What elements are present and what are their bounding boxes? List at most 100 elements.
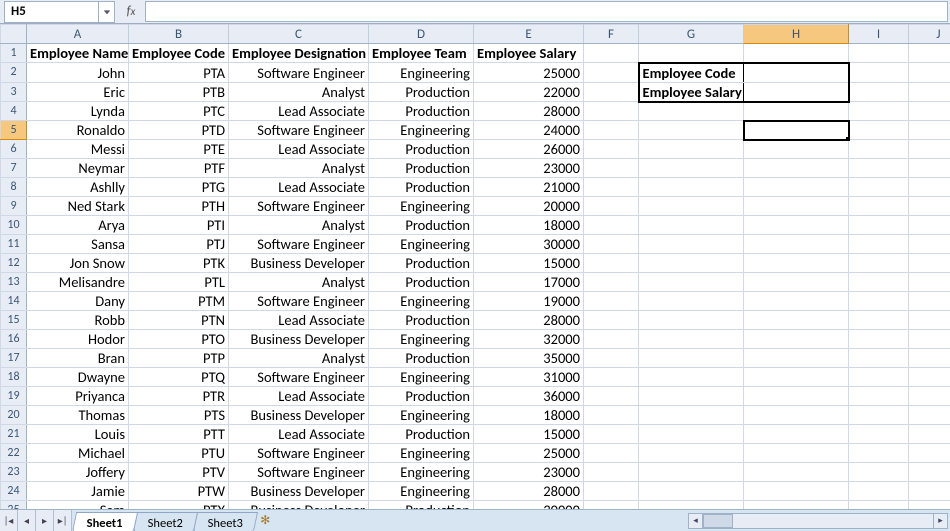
row-header[interactable]: 1 (1, 44, 27, 63)
cell-B7[interactable]: PTF (129, 159, 229, 178)
column-header-H[interactable]: H (744, 25, 849, 44)
cell-A16[interactable]: Hodor (27, 330, 129, 349)
cell-B3[interactable]: PTB (129, 82, 229, 102)
cell-C6[interactable]: Lead Associate (229, 140, 369, 159)
cell-F10[interactable] (584, 216, 639, 235)
spreadsheet-grid[interactable]: ABCDEFGHIJ 1Employee NameEmployee CodeEm… (0, 24, 950, 509)
cell-D25[interactable]: Production (369, 501, 474, 510)
cell-G7[interactable] (639, 159, 744, 178)
cell-I7[interactable] (849, 159, 909, 178)
row-header[interactable]: 21 (1, 425, 27, 444)
cell-F17[interactable] (584, 349, 639, 368)
cell-J16[interactable] (909, 330, 950, 349)
row-header[interactable]: 22 (1, 444, 27, 463)
cell-C13[interactable]: Analyst (229, 273, 369, 292)
cell-D19[interactable]: Production (369, 387, 474, 406)
cell-C10[interactable]: Analyst (229, 216, 369, 235)
column-header-E[interactable]: E (474, 25, 584, 44)
cell-H25[interactable] (744, 501, 849, 510)
cell-A23[interactable]: Joffery (27, 463, 129, 482)
cell-C16[interactable]: Business Developer (229, 330, 369, 349)
cell-E7[interactable]: 23000 (474, 159, 584, 178)
row-header[interactable]: 24 (1, 482, 27, 501)
cell-D8[interactable]: Production (369, 178, 474, 197)
cell-E15[interactable]: 28000 (474, 311, 584, 330)
cell-H14[interactable] (744, 292, 849, 311)
cell-J7[interactable] (909, 159, 950, 178)
cell-C7[interactable]: Analyst (229, 159, 369, 178)
cell-C21[interactable]: Lead Associate (229, 425, 369, 444)
cell-D1[interactable]: Employee Team (369, 44, 474, 63)
cell-D12[interactable]: Production (369, 254, 474, 273)
cell-E2[interactable]: 25000 (474, 63, 584, 83)
row-header[interactable]: 25 (1, 501, 27, 510)
cell-B22[interactable]: PTU (129, 444, 229, 463)
cell-D21[interactable]: Production (369, 425, 474, 444)
cell-I5[interactable] (849, 121, 909, 140)
cell-E23[interactable]: 23000 (474, 463, 584, 482)
row-header[interactable]: 14 (1, 292, 27, 311)
cell-F4[interactable] (584, 102, 639, 121)
row-header[interactable]: 13 (1, 273, 27, 292)
cell-F25[interactable] (584, 501, 639, 510)
cell-I11[interactable] (849, 235, 909, 254)
cell-I1[interactable] (849, 44, 909, 63)
cell-A10[interactable]: Arya (27, 216, 129, 235)
cell-G3[interactable]: Employee Salary (639, 82, 744, 102)
cell-C19[interactable]: Lead Associate (229, 387, 369, 406)
cell-G9[interactable] (639, 197, 744, 216)
cell-H21[interactable] (744, 425, 849, 444)
row-header[interactable]: 18 (1, 368, 27, 387)
cell-J19[interactable] (909, 387, 950, 406)
cell-G20[interactable] (639, 406, 744, 425)
cell-J12[interactable] (909, 254, 950, 273)
cell-H11[interactable] (744, 235, 849, 254)
cell-D9[interactable]: Engineering (369, 197, 474, 216)
cell-E1[interactable]: Employee Salary (474, 44, 584, 63)
cell-A15[interactable]: Robb (27, 311, 129, 330)
cell-A1[interactable]: Employee Name (27, 44, 129, 63)
cell-D11[interactable]: Engineering (369, 235, 474, 254)
cell-C9[interactable]: Software Engineer (229, 197, 369, 216)
cell-H6[interactable] (744, 140, 849, 159)
select-all-corner[interactable] (1, 25, 27, 44)
cell-I18[interactable] (849, 368, 909, 387)
cell-D17[interactable]: Production (369, 349, 474, 368)
column-header-B[interactable]: B (129, 25, 229, 44)
cell-E6[interactable]: 26000 (474, 140, 584, 159)
cell-B25[interactable]: PTX (129, 501, 229, 510)
cell-C20[interactable]: Business Developer (229, 406, 369, 425)
cell-J23[interactable] (909, 463, 950, 482)
cell-F9[interactable] (584, 197, 639, 216)
cell-E24[interactable]: 28000 (474, 482, 584, 501)
row-header[interactable]: 19 (1, 387, 27, 406)
cell-G24[interactable] (639, 482, 744, 501)
cell-H13[interactable] (744, 273, 849, 292)
cell-J2[interactable] (909, 63, 950, 83)
cell-E5[interactable]: 24000 (474, 121, 584, 140)
cell-G13[interactable] (639, 273, 744, 292)
cell-D2[interactable]: Engineering (369, 63, 474, 83)
cell-A7[interactable]: Neymar (27, 159, 129, 178)
cell-G17[interactable] (639, 349, 744, 368)
cell-C23[interactable]: Software Engineer (229, 463, 369, 482)
cell-E16[interactable]: 32000 (474, 330, 584, 349)
cell-J13[interactable] (909, 273, 950, 292)
cell-H3[interactable] (744, 82, 849, 102)
cell-F22[interactable] (584, 444, 639, 463)
cell-G21[interactable] (639, 425, 744, 444)
cell-C15[interactable]: Lead Associate (229, 311, 369, 330)
cell-G2[interactable]: Employee Code (639, 63, 744, 83)
cell-E11[interactable]: 30000 (474, 235, 584, 254)
cell-J14[interactable] (909, 292, 950, 311)
cell-D18[interactable]: Engineering (369, 368, 474, 387)
cell-B18[interactable]: PTQ (129, 368, 229, 387)
cell-C18[interactable]: Software Engineer (229, 368, 369, 387)
cell-E4[interactable]: 28000 (474, 102, 584, 121)
cell-H5[interactable] (744, 121, 849, 140)
cell-B5[interactable]: PTD (129, 121, 229, 140)
cell-G15[interactable] (639, 311, 744, 330)
scroll-right-arrow[interactable]: ▸ (933, 514, 947, 528)
cell-C3[interactable]: Analyst (229, 82, 369, 102)
cell-H12[interactable] (744, 254, 849, 273)
